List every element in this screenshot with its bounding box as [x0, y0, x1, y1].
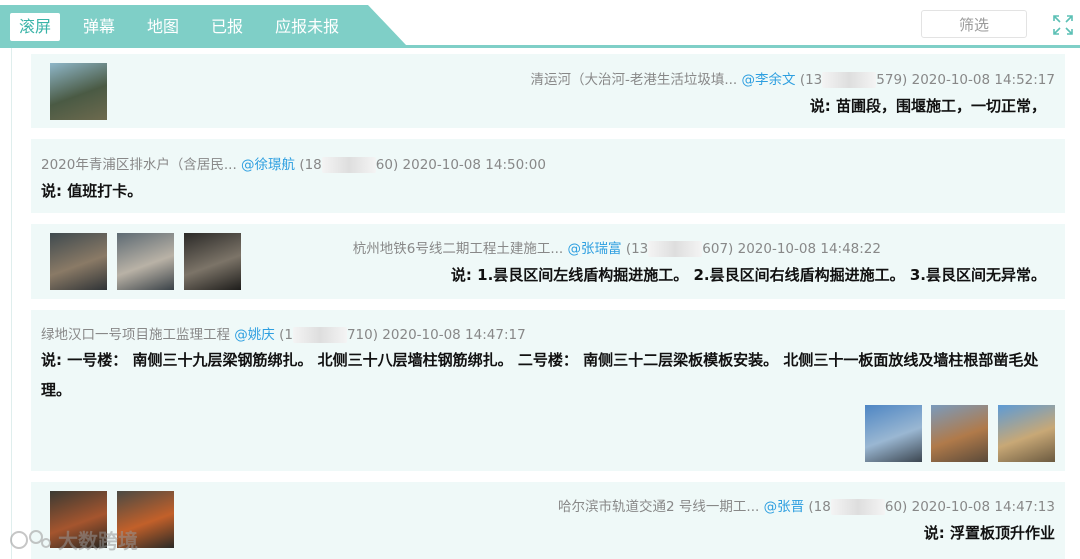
tab-danmaku[interactable]: 弹幕: [74, 13, 124, 41]
post-text: 说: 值班打卡。: [41, 180, 142, 201]
filter-button[interactable]: 筛选: [921, 10, 1027, 38]
post-time: 2020-10-08 14:48:22: [737, 241, 881, 257]
post-text: 说: 苗圃段，围堰施工，一切正常，: [810, 95, 1046, 116]
phone-prefix: (13: [625, 241, 649, 257]
feed-card[interactable]: 绿地汉口一号项目施工监理工程 @姚庆 (1 710) 2020-10-08 14:…: [31, 310, 1065, 471]
post-content: 值班打卡。: [67, 182, 143, 200]
post-content: 一号楼： 南侧三十九层梁钢筋绑扎。 北侧三十八层墙柱钢筋绑扎。 二号楼： 南侧三…: [41, 351, 1039, 399]
tab-map[interactable]: 地图: [138, 13, 188, 41]
photo-thumbnail[interactable]: [184, 233, 241, 290]
watermark-text: 大数跨境: [58, 529, 138, 553]
phone-blur: [292, 327, 347, 343]
phone-prefix: (18: [299, 157, 322, 173]
project-title: 杭州地铁6号线二期工程土建施工...: [352, 241, 564, 257]
post-meta: 绿地汉口一号项目施工监理工程 @姚庆 (1 710) 2020-10-08 14:…: [41, 323, 526, 343]
phone-suffix: 607): [702, 241, 734, 257]
phone-suffix: 710): [346, 327, 378, 343]
tab-reported[interactable]: 已报: [202, 13, 252, 41]
post-content: 苗圃段，围堰施工，一切正常，: [835, 97, 1046, 115]
phone-suffix: 60): [375, 157, 399, 173]
user-link[interactable]: @张晋: [764, 499, 805, 515]
user-link[interactable]: @张瑞富: [568, 241, 622, 257]
watermark-logo-icon: [10, 529, 51, 549]
user-link[interactable]: @李余文: [742, 72, 796, 88]
phone-prefix: (1: [279, 327, 293, 343]
project-title: 2020年青浦区排水户（含居民...: [41, 157, 237, 173]
post-time: 2020-10-08 14:47:17: [382, 327, 526, 343]
tab-unreported[interactable]: 应报未报: [266, 13, 348, 41]
phone-blur: [822, 72, 877, 88]
expand-icon[interactable]: [1052, 14, 1074, 36]
photo-thumbnail[interactable]: [50, 63, 107, 120]
post-text: 说: 浮置板顶升作业: [924, 522, 1055, 543]
post-time: 2020-10-08 14:47:13: [911, 499, 1055, 515]
said-prefix: 说:: [450, 266, 478, 284]
user-link[interactable]: @徐璟航: [241, 157, 295, 173]
feed-card[interactable]: 2020年青浦区排水户（含居民... @徐璟航 (18 60) 2020-10-0…: [31, 139, 1065, 213]
post-content: 1.昙艮区间左线盾构掘进施工。 2.昙艮区间右线盾构掘进施工。 3.昙艮区间无异…: [477, 266, 1046, 284]
phone-suffix: 579): [876, 72, 908, 88]
said-prefix: 说:: [41, 182, 68, 200]
project-title: 哈尔滨市轨道交通2 号线一期工...: [558, 499, 760, 515]
watermark: 大数跨境: [8, 525, 138, 554]
said-prefix: 说:: [923, 524, 950, 542]
post-text: 说: 一号楼： 南侧三十九层梁钢筋绑扎。 北侧三十八层墙柱钢筋绑扎。 二号楼： …: [41, 345, 1056, 405]
post-meta: 哈尔滨市轨道交通2 号线一期工... @张晋 (18 60) 2020-10-08…: [558, 495, 1055, 515]
photo-thumbnail[interactable]: [117, 233, 174, 290]
tab-scroll[interactable]: 滚屏: [10, 13, 61, 41]
user-link[interactable]: @姚庆: [234, 327, 275, 343]
said-prefix: 说:: [41, 351, 68, 369]
post-content: 浮置板顶升作业: [949, 524, 1055, 542]
phone-blur: [648, 241, 703, 257]
post-time: 2020-10-08 14:52:17: [911, 72, 1055, 88]
post-meta: 清运河（大治河-老港生活垃圾填... @李余文 (13 579) 2020-10-…: [530, 68, 1055, 88]
tab-strip: 滚屏 弹幕 地图 已报 应报未报: [0, 5, 410, 46]
tab-list: 滚屏 弹幕 地图 已报 应报未报: [10, 13, 362, 41]
photo-thumbnail[interactable]: [998, 405, 1055, 462]
post-time: 2020-10-08 14:50:00: [402, 157, 546, 173]
phone-suffix: 60): [884, 499, 908, 515]
photo-thumbnail[interactable]: [50, 233, 107, 290]
left-divider: [11, 48, 12, 559]
post-meta: 杭州地铁6号线二期工程土建施工... @张瑞富 (13 607) 2020-10-…: [353, 237, 881, 257]
post-meta: 2020年青浦区排水户（含居民... @徐璟航 (18 60) 2020-10-0…: [41, 153, 546, 173]
phone-prefix: (18: [808, 499, 831, 515]
photo-thumbnail[interactable]: [865, 405, 922, 462]
feed-card[interactable]: 清运河（大治河-老港生活垃圾填... @李余文 (13 579) 2020-10-…: [31, 54, 1065, 128]
post-text: 说: 1.昙艮区间左线盾构掘进施工。 2.昙艮区间右线盾构掘进施工。 3.昙艮区…: [451, 264, 1046, 285]
said-prefix: 说:: [809, 97, 836, 115]
phone-blur: [830, 499, 885, 515]
top-bar: 滚屏 弹幕 地图 已报 应报未报 筛选: [0, 0, 1080, 48]
phone-blur: [321, 157, 376, 173]
project-title: 清运河（大治河-老港生活垃圾填...: [530, 72, 738, 88]
photo-thumbnail[interactable]: [931, 405, 988, 462]
phone-prefix: (13: [799, 72, 823, 88]
project-title: 绿地汉口一号项目施工监理工程: [41, 327, 230, 343]
feed-list: 清运河（大治河-老港生活垃圾填... @李余文 (13 579) 2020-10-…: [31, 48, 1065, 559]
feed-card[interactable]: 杭州地铁6号线二期工程土建施工... @张瑞富 (13 607) 2020-10-…: [31, 224, 1065, 299]
feed-card[interactable]: 哈尔滨市轨道交通2 号线一期工... @张晋 (18 60) 2020-10-08…: [31, 482, 1065, 559]
